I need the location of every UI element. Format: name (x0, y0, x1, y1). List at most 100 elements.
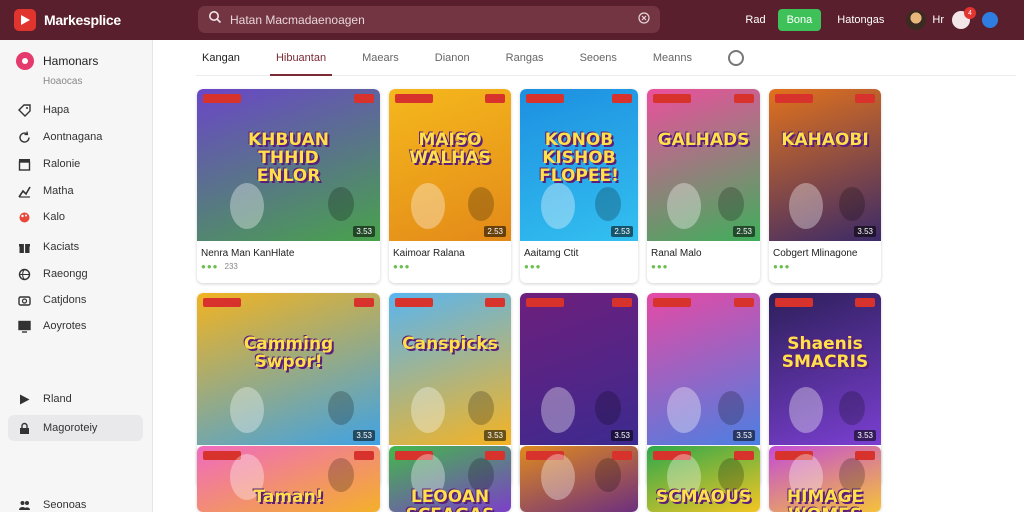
game-card[interactable]: KONOB KISHOB FLOPEE! 2.53 Aaitamg Ctit ●●● (520, 89, 638, 283)
game-card[interactable]: GALHADS 2.53 Ranal Malo ●●● (647, 89, 760, 283)
primary-button[interactable]: Bona (777, 9, 822, 31)
sidebar-item-9[interactable]: Rland (8, 386, 143, 412)
more-tabs-icon[interactable] (728, 49, 745, 66)
sidebar-item-0[interactable]: Hapa (8, 97, 143, 123)
game-thumbnail[interactable]: KONOB KISHOB FLOPEE! 2.53 (520, 89, 638, 241)
game-thumbnail[interactable]: LEOOAN SCEAGAS (389, 446, 511, 512)
sidebar-item-label: Hapa (43, 104, 70, 116)
game-title[interactable]: Kaimoar Ralana (389, 241, 511, 259)
promo-badge (203, 94, 241, 103)
character-art (789, 387, 824, 433)
sidebar-item-5[interactable]: Kaciats (8, 234, 143, 260)
price-tag: 3.53 (611, 430, 633, 441)
game-logo-text: KAHAOBI (781, 130, 869, 150)
palette-icon (17, 210, 31, 224)
character-art (667, 183, 702, 229)
game-meta: ●●● (389, 259, 511, 271)
sidebar-item-10[interactable]: Magoroteiy (8, 415, 143, 441)
promo-badge (775, 94, 813, 103)
tab-4[interactable]: Rangas (506, 40, 544, 76)
game-card[interactable]: Taman! (197, 446, 380, 512)
character-art (328, 458, 355, 492)
game-thumbnail[interactable] (520, 446, 638, 512)
brand[interactable]: Markesplice (0, 9, 160, 31)
game-thumbnail[interactable]: MAISO WALHAS 2.53 (389, 89, 511, 241)
price-tag: 2.53 (484, 226, 506, 237)
game-thumbnail[interactable]: Camming Swpor! 3.53 (197, 293, 380, 445)
category-tabs: Kangan Hibuantan Maears Dianon Rangas Se… (196, 40, 1016, 76)
sidebar-item-label: Magoroteiy (43, 422, 98, 434)
game-title[interactable]: Aaitamg Ctit (520, 241, 638, 259)
sidebar-item-11[interactable]: Seonoas (8, 492, 143, 512)
game-card[interactable]: HIMAGE WOMES (769, 446, 881, 512)
top-link[interactable]: Rad (745, 14, 765, 26)
promo-badge (653, 298, 691, 307)
sidebar-item-8[interactable]: Aoyrotes (8, 313, 143, 339)
character-art (718, 187, 745, 221)
tab-2[interactable]: Maears (362, 40, 399, 76)
game-thumbnail[interactable]: 3.53 (647, 293, 760, 445)
search-input[interactable] (230, 12, 638, 27)
sidebar-item-6[interactable]: Raeongg (8, 261, 143, 287)
notification-badge: 4 (964, 7, 976, 19)
play-icon (17, 392, 31, 406)
game-card[interactable]: SCMAOUS (647, 446, 760, 512)
search-bar[interactable] (198, 6, 660, 33)
game-title[interactable]: Cobgert Mlinagone (769, 241, 881, 259)
game-thumbnail[interactable]: KHBUAN THHID ENLOR 3.53 (197, 89, 380, 241)
sidebar-item-2[interactable]: Ralonie (8, 151, 143, 177)
sidebar-item-3[interactable]: Matha (8, 178, 143, 204)
top-link-secondary[interactable]: Hatongas (837, 14, 884, 26)
game-logo-text: KONOB KISHOB FLOPEE! (539, 130, 619, 186)
character-art (410, 387, 445, 433)
game-thumbnail[interactable]: Canspicks 3.53 (389, 293, 511, 445)
game-card[interactable] (520, 446, 638, 512)
sidebar-header[interactable]: Hamonars (0, 40, 152, 70)
rating-stars-icon: ●●● (773, 262, 791, 271)
sidebar-item-7[interactable]: Catjdons (8, 287, 143, 313)
sidebar-item-label: Aoyrotes (43, 320, 87, 332)
sidebar: Hamonars Hoaocas Hapa Aontnagana Ralonie… (0, 40, 153, 512)
price-tag: 3.53 (484, 430, 506, 441)
game-card[interactable]: LEOOAN SCEAGAS (389, 446, 511, 512)
tab-0[interactable]: Kangan (202, 40, 240, 76)
rating-badge (485, 298, 505, 307)
sidebar-item-label: Kaciats (43, 241, 80, 253)
sidebar-item-label: Raeongg (43, 268, 88, 280)
bell-icon[interactable]: 4 (952, 7, 976, 29)
rating-badge (734, 451, 754, 460)
game-title[interactable]: Ranal Malo (647, 241, 760, 259)
game-thumbnail[interactable]: HIMAGE WOMES (769, 446, 881, 512)
tab-5[interactable]: Seoens (580, 40, 617, 76)
game-thumbnail[interactable]: 3.53 (520, 293, 638, 445)
price-tag: 2.53 (611, 226, 633, 237)
promo-badge (775, 298, 813, 307)
globe-icon (17, 267, 31, 281)
game-card[interactable]: KHBUAN THHID ENLOR 3.53 Nenra Man KanHlate… (197, 89, 380, 283)
rating-stars-icon: ●●● (201, 262, 219, 271)
sidebar-item-4[interactable]: Kalo (8, 204, 143, 230)
clear-icon[interactable] (638, 11, 650, 29)
promo-badge (526, 298, 564, 307)
price-tag: 2.53 (733, 226, 755, 237)
rating-badge (354, 298, 374, 307)
tab-3[interactable]: Dianon (435, 40, 470, 76)
game-thumbnail[interactable]: Taman! (197, 446, 380, 512)
game-thumbnail[interactable]: Shaenis SMACRIS 3.53 (769, 293, 881, 445)
game-thumbnail[interactable]: GALHADS 2.53 (647, 89, 760, 241)
game-thumbnail[interactable]: KAHAOBI 3.53 (769, 89, 881, 241)
rating-badge (612, 451, 632, 460)
avatar[interactable] (906, 10, 927, 30)
rating-badge (612, 298, 632, 307)
tab-1[interactable]: Hibuantan (269, 40, 333, 76)
sidebar-item-1[interactable]: Aontnagana (8, 124, 143, 150)
tab-6[interactable]: Meanns (653, 40, 692, 76)
game-title[interactable]: Nenra Man KanHlate (197, 241, 380, 259)
profile-icon[interactable] (982, 12, 998, 28)
user-name[interactable]: Hr (932, 14, 944, 26)
price-tag: 3.53 (733, 430, 755, 441)
game-thumbnail[interactable]: SCMAOUS (647, 446, 760, 512)
game-card[interactable]: MAISO WALHAS 2.53 Kaimoar Ralana ●●● (389, 89, 511, 283)
game-card[interactable]: KAHAOBI 3.53 Cobgert Mlinagone ●●● (769, 89, 881, 283)
game-meta-count: 233 (224, 262, 238, 271)
